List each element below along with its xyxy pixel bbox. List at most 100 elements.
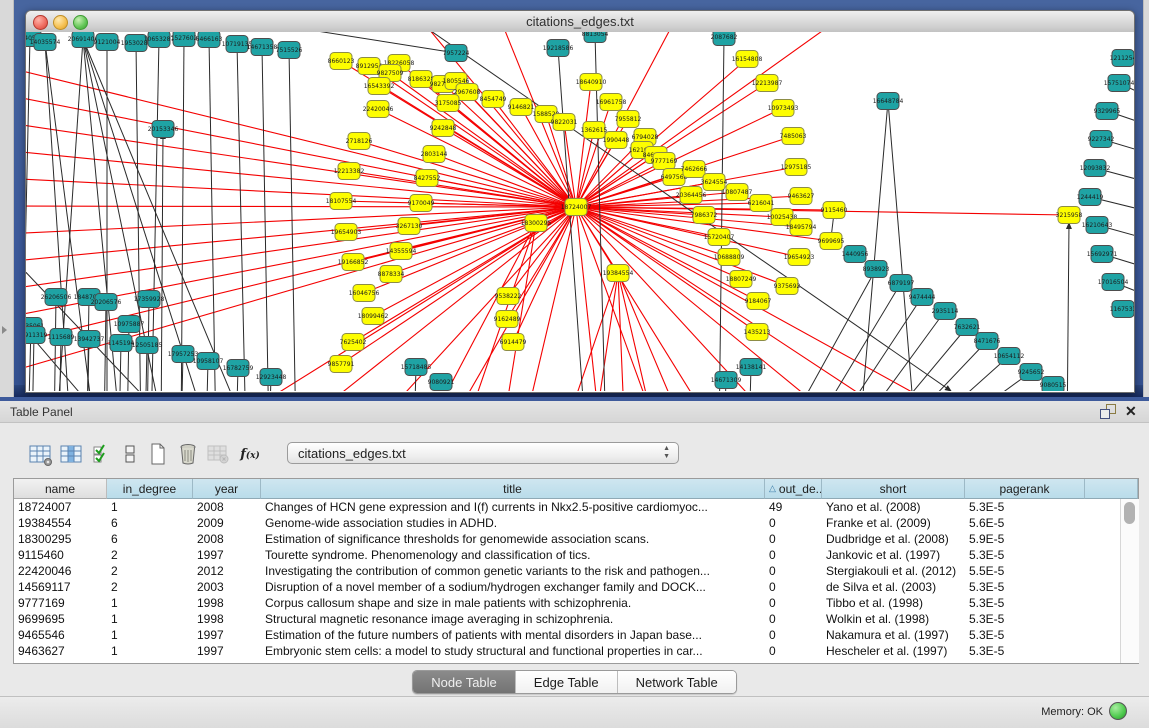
graph-node-9699695[interactable]: 9699695 — [818, 233, 845, 250]
table-row[interactable]: 1938455462009Genome-wide association stu… — [14, 515, 1120, 531]
cell-in_degree[interactable]: 2 — [107, 547, 193, 563]
graph-node-10973493[interactable]: 10973493 — [768, 100, 799, 117]
graph-node-3911319[interactable]: 3911319 — [26, 327, 48, 344]
graph-node-9170049[interactable]: 9170049 — [408, 195, 435, 212]
graph-node-3267130[interactable]: 3267130 — [396, 218, 423, 235]
graph-node-8660123[interactable]: 8660123 — [328, 53, 355, 70]
cell-short[interactable]: Nakamura et al. (1997) — [822, 627, 965, 643]
graph-node-7986372[interactable]: 7986372 — [691, 207, 718, 224]
table-scrollbar[interactable] — [1120, 499, 1139, 663]
cell-in_degree[interactable]: 1 — [107, 595, 193, 611]
table-row[interactable]: 977716911998Corpus callosum shape and si… — [14, 595, 1120, 611]
cell-year[interactable]: 1998 — [193, 611, 261, 627]
cell-title[interactable]: Disruption of a novel member of a sodium… — [261, 579, 765, 595]
cell-in_degree[interactable]: 1 — [107, 499, 193, 515]
column-header-short[interactable]: short — [822, 479, 965, 499]
cell-title[interactable]: Corpus callosum shape and size in male p… — [261, 595, 765, 611]
graph-node-12923448[interactable]: 12923448 — [256, 369, 287, 386]
cell-in_degree[interactable]: 6 — [107, 515, 193, 531]
graph-node-1527602[interactable]: 1527602 — [171, 32, 198, 47]
cell-name[interactable]: 18300295 — [14, 531, 107, 547]
graph-node-16782759[interactable]: 16782759 — [223, 360, 254, 377]
cell-title[interactable]: Genome-wide association studies in ADHD. — [261, 515, 765, 531]
panel-collapse-arrow-icon[interactable] — [2, 326, 7, 334]
graph-node-12093832[interactable]: 12093832 — [1080, 160, 1111, 177]
graph-node-9329965[interactable]: 9329965 — [1094, 103, 1121, 120]
graph-node-8427552[interactable]: 8427552 — [414, 170, 441, 187]
graph-node-19166852[interactable]: 19166852 — [338, 254, 369, 271]
memory-status-indicator[interactable] — [1109, 702, 1127, 720]
graph-node-9822031[interactable]: 9822031 — [551, 114, 578, 131]
graph-node-9857791[interactable]: 9857791 — [328, 356, 355, 373]
cell-name[interactable]: 9115460 — [14, 547, 107, 563]
cell-pagerank[interactable]: 5.3E-5 — [965, 627, 1085, 643]
graph-node-7515526[interactable]: 7515526 — [276, 42, 303, 59]
graph-node-1244419[interactable]: 1244419 — [1077, 189, 1104, 206]
graph-node-16154808[interactable]: 16154808 — [732, 51, 763, 68]
graph-node-20206576[interactable]: 20206576 — [91, 294, 122, 311]
cell-short[interactable]: Dudbridge et al. (2008) — [822, 531, 965, 547]
cell-title[interactable]: Estimation of significance thresholds fo… — [261, 531, 765, 547]
cell-short[interactable]: Hescheler et al. (1997) — [822, 643, 965, 659]
table-options-icon[interactable] — [27, 441, 53, 467]
graph-node-14035574[interactable]: 14035574 — [30, 34, 61, 51]
cell-out_degree[interactable]: 0 — [765, 515, 822, 531]
graph-node-1362615[interactable]: 1362615 — [581, 122, 608, 139]
graph-node-2087682[interactable]: 2087682 — [711, 32, 738, 46]
graph-node-3624554[interactable]: 3624554 — [701, 174, 728, 191]
graph-node-8813054[interactable]: 8813054 — [582, 32, 609, 43]
cell-out_degree[interactable]: 0 — [765, 579, 822, 595]
table-row[interactable]: 946362711997Embryonic stem cells: a mode… — [14, 643, 1120, 659]
graph-node-14355594[interactable]: 14355594 — [386, 243, 417, 260]
graph-node-1435213[interactable]: 1435213 — [744, 324, 771, 341]
cell-year[interactable]: 2009 — [193, 515, 261, 531]
graph-node-17016504[interactable]: 17016504 — [1098, 274, 1129, 291]
cell-pagerank[interactable]: 5.6E-5 — [965, 515, 1085, 531]
graph-node-18107554[interactable]: 18107554 — [326, 193, 357, 210]
cell-year[interactable]: 2008 — [193, 531, 261, 547]
graph-node-18807249[interactable]: 18807249 — [726, 271, 757, 288]
tab-edge-table[interactable]: Edge Table — [516, 671, 618, 693]
graph-node-6466163[interactable]: 6466163 — [196, 32, 223, 48]
cell-in_degree[interactable]: 2 — [107, 563, 193, 579]
cell-title[interactable]: Embryonic stem cells: a model to study s… — [261, 643, 765, 659]
cell-in_degree[interactable]: 6 — [107, 531, 193, 547]
table-scrollbar-thumb[interactable] — [1124, 502, 1135, 524]
cell-out_degree[interactable]: 0 — [765, 595, 822, 611]
graph-node-16210643[interactable]: 16210643 — [1082, 217, 1113, 234]
graph-node-9184067[interactable]: 9184067 — [745, 293, 772, 310]
cell-pagerank[interactable]: 5.3E-5 — [965, 643, 1085, 659]
graph-node-9080515[interactable]: 9080515 — [1040, 377, 1067, 392]
column-header-out_degree[interactable]: △out_de... — [765, 479, 822, 499]
graph-node-19384554[interactable]: 19384554 — [603, 265, 634, 282]
graph-node-9245652[interactable]: 9245652 — [1018, 364, 1045, 381]
graph-node-22420046[interactable]: 22420046 — [363, 101, 394, 118]
float-window-icon[interactable] — [1100, 404, 1116, 419]
graph-node-9375692[interactable]: 9375692 — [774, 278, 801, 295]
graph-node-2935114[interactable]: 2935114 — [932, 303, 959, 320]
graph-node-1211254[interactable]: 1211254 — [1110, 50, 1134, 67]
graph-node-3175085[interactable]: 3175085 — [435, 95, 462, 112]
graph-node-16648784[interactable]: 16648784 — [873, 93, 904, 110]
table-row[interactable]: 2242004622012Investigating the contribut… — [14, 563, 1120, 579]
graph-node-12975185[interactable]: 12975185 — [781, 159, 812, 176]
graph-node-7625402[interactable]: 7625402 — [340, 334, 367, 351]
graph-node-7957224[interactable]: 7957224 — [443, 45, 470, 62]
cell-pagerank[interactable]: 5.9E-5 — [965, 531, 1085, 547]
graph-node-8878334[interactable]: 8878334 — [378, 266, 405, 283]
graph-node-12505185[interactable]: 12505185 — [132, 337, 163, 354]
cell-year[interactable]: 2012 — [193, 563, 261, 579]
graph-node-18099462[interactable]: 18099462 — [358, 308, 389, 325]
graph-node-19218586[interactable]: 19218586 — [543, 40, 574, 57]
graph-node-9474444[interactable]: 9474444 — [909, 289, 936, 306]
cell-out_degree[interactable]: 0 — [765, 547, 822, 563]
cell-short[interactable]: Franke et al. (2009) — [822, 515, 965, 531]
delete-column-icon[interactable] — [175, 441, 201, 467]
cell-name[interactable]: 14569117 — [14, 579, 107, 595]
graph-node-10807487[interactable]: 10807487 — [722, 184, 753, 201]
cell-out_degree[interactable]: 0 — [765, 611, 822, 627]
graph-node-13942737[interactable]: 13942737 — [74, 331, 105, 348]
cell-out_degree[interactable]: 49 — [765, 499, 822, 515]
delete-table-icon[interactable] — [205, 441, 231, 467]
table-mode-icon[interactable] — [117, 441, 143, 467]
